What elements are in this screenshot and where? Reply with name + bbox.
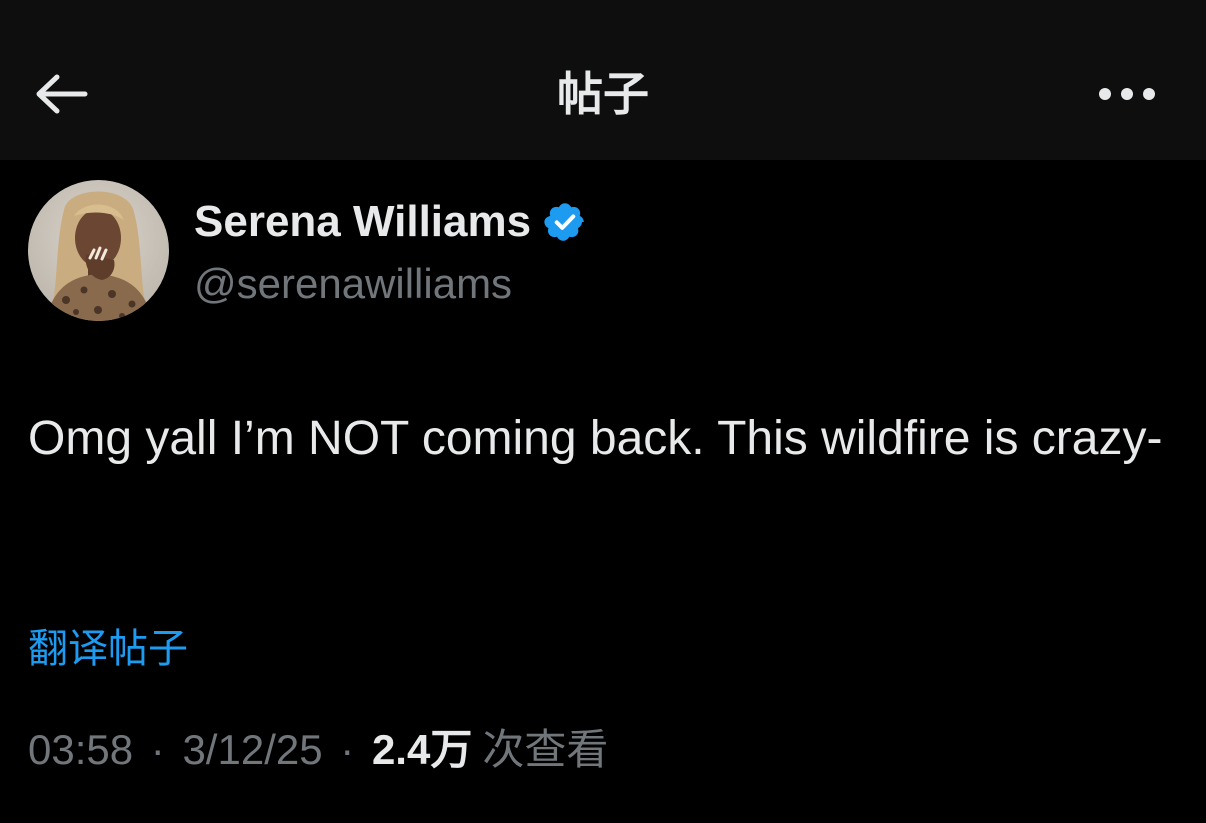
- view-count[interactable]: 2.4万: [372, 726, 472, 773]
- user-avatar-image: [28, 180, 169, 321]
- meta-separator: ·: [150, 726, 165, 773]
- meta-separator: ·: [340, 726, 355, 773]
- top-bar: 帖子: [0, 0, 1206, 160]
- view-count-label: 次查看: [482, 726, 609, 773]
- page-title: 帖子: [557, 68, 649, 120]
- avatar[interactable]: [28, 180, 169, 321]
- tweet-date[interactable]: 3/12/25: [182, 726, 322, 773]
- more-options-button[interactable]: [1092, 72, 1162, 116]
- verified-badge-icon: [543, 200, 587, 244]
- tweet-meta: 03:58 · 3/12/25 · 2.4万 次查看: [28, 722, 608, 778]
- author-name[interactable]: Serena Williams: [194, 197, 531, 247]
- author-name-row[interactable]: Serena Williams: [194, 194, 587, 250]
- author-handle[interactable]: @serenawilliams: [194, 258, 512, 310]
- translate-post-link[interactable]: 翻译帖子: [28, 622, 188, 676]
- tweet-time[interactable]: 03:58: [28, 726, 133, 773]
- more-horizontal-icon: [1099, 88, 1155, 100]
- tweet-text: Omg yall I’m NOT coming back. This wildf…: [28, 412, 1163, 465]
